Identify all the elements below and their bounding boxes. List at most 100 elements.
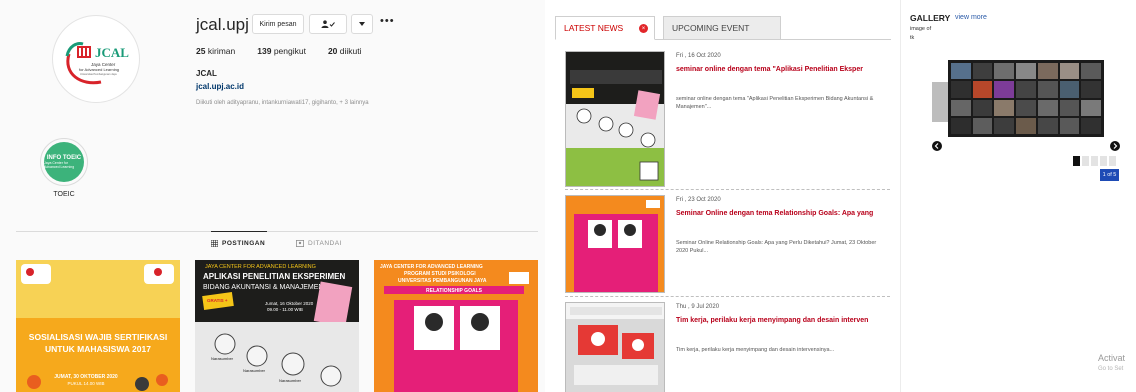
gallery-tile (1081, 81, 1101, 98)
post-thumbnail[interactable]: JAYA CENTER FOR ADVANCED LEARNING APLIKA… (195, 260, 359, 392)
logo-line2: for Advanced Learning (79, 67, 119, 72)
post-2-headline-b: BIDANG AKUNTANSI & MANAJEMEN (203, 284, 323, 291)
gallery-tile (1059, 63, 1080, 80)
tab-upcoming-event-label: UPCOMING EVENT (672, 23, 750, 33)
followed-by-text[interactable]: Diikuti oleh adityapranu, intankurniawat… (196, 100, 369, 106)
jcal-logo-icon: JCAL Jaya Center for Advanced Learning U… (65, 42, 129, 85)
post-2-role-2: Narasumber (243, 368, 266, 373)
close-icon[interactable]: × (639, 24, 648, 33)
news-thumbnail[interactable] (565, 195, 665, 293)
story-highlight-toeic[interactable]: INFO TOEIC Jaya Center for Advanced Lear… (40, 138, 88, 186)
gallery-prev-button[interactable] (932, 141, 942, 151)
news-title[interactable]: seminar online dengan tema "Aplikasi Pen… (676, 66, 863, 73)
post-1-headline-a: SOSIALISASI WAJIB SERTIFIKASI (29, 332, 167, 342)
chevron-left-icon (934, 143, 939, 149)
gallery-tile (1059, 117, 1080, 134)
tab-tagged[interactable]: DITANDAI (296, 240, 342, 247)
news-panel: LATEST NEWS × UPCOMING EVENT Fri , 16 Oc… (545, 0, 900, 392)
tab-upcoming-event[interactable]: UPCOMING EVENT (663, 16, 781, 40)
person-check-icon (321, 20, 335, 28)
profile-username: jcal.upj (196, 15, 249, 34)
gallery-tile (1016, 117, 1036, 134)
send-message-button[interactable]: Kirim pesan (252, 14, 304, 34)
gallery-tile (972, 117, 993, 134)
stat-followers[interactable]: 139 pengikut (257, 46, 306, 56)
following-button[interactable] (309, 14, 347, 34)
tabs-divider (16, 231, 538, 232)
gallery-tile (951, 81, 971, 98)
highlight-badge-subtitle: Jaya Center for Advanced Learning (44, 161, 75, 169)
post-thumbnail[interactable]: SOSIALISASI WAJIB SERTIFIKASI UNTUK MAHA… (16, 260, 180, 392)
tab-latest-news-label: LATEST NEWS (564, 23, 624, 33)
tab-posts-label: POSTINGAN (222, 240, 266, 247)
news-separator (565, 296, 890, 297)
news-thumbnail[interactable] (565, 51, 665, 187)
highlight-cover: INFO TOEIC Jaya Center for Advanced Lear… (44, 142, 84, 182)
post-3-subheader: PROGRAM STUDI PSIKOLOGI (404, 271, 476, 277)
post-2-date: Jumat, 16 Oktober 2020 (265, 301, 314, 306)
stat-following[interactable]: 20 diikuti (328, 46, 362, 56)
gallery-panel: GALLERY view more image of tk 1 of 5 Act… (900, 0, 1136, 392)
highlight-label: TOEIC (53, 191, 75, 198)
profile-avatar[interactable]: JCAL Jaya Center for Advanced Learning U… (52, 15, 140, 103)
post-2-role-3: Narasumber (279, 378, 302, 383)
activation-watermark: Activat (1098, 353, 1126, 363)
post-1-headline-b: UNTUK MAHASISWA 2017 (45, 344, 151, 354)
gallery-tile (972, 99, 993, 116)
gallery-tile (1059, 81, 1080, 98)
news-description: Seminar Online Relationship Goals: Apa y… (676, 240, 877, 254)
gallery-page-dot[interactable] (1073, 156, 1080, 166)
gallery-page-dot[interactable] (1109, 156, 1116, 166)
news-item[interactable]: Fri , 16 Oct 2020 seminar online dengan … (565, 51, 890, 187)
post-2-role-1: Narasumber (211, 356, 234, 361)
post-1-artwork: SOSIALISASI WAJIB SERTIFIKASI UNTUK MAHA… (16, 260, 180, 391)
gallery-page-count: 1 of 5 (1100, 169, 1119, 181)
screenshot-root: JCAL Jaya Center for Advanced Learning U… (0, 0, 1136, 392)
grid-icon (211, 240, 218, 247)
news-3-poster (566, 303, 664, 392)
news-title[interactable]: Seminar Online dengan tema Relationship … (676, 210, 873, 217)
gallery-tile (1081, 63, 1101, 80)
gallery-tile (1081, 117, 1101, 134)
news-title[interactable]: Tim kerja, perilaku kerja menyimpang dan… (676, 317, 868, 324)
post-3-org: UNIVERSITAS PEMBANGUNAN JAYA (398, 278, 487, 284)
gallery-page-dot[interactable] (1082, 156, 1089, 166)
gallery-tile (1037, 63, 1058, 80)
gallery-carousel[interactable] (932, 60, 1104, 137)
gallery-tile (972, 81, 993, 98)
more-options-button[interactable]: ••• (380, 15, 395, 27)
news-2-poster (566, 196, 664, 292)
gallery-page-dot[interactable] (1100, 156, 1107, 166)
gallery-page-dot[interactable] (1091, 156, 1098, 166)
news-separator (565, 189, 890, 190)
gallery-tile (972, 63, 993, 80)
chevron-right-icon (1113, 143, 1118, 149)
news-thumbnail[interactable] (565, 302, 665, 392)
post-2-time: 09.00 - 11.00 WIB (267, 307, 303, 312)
news-item[interactable]: Thu , 9 Jul 2020 Tim kerja, perilaku ker… (565, 302, 890, 392)
post-3-artwork: JAYA CENTER FOR ADVANCED LEARNING PROGRA… (374, 260, 538, 392)
logo-mark: JCAL (95, 45, 129, 60)
gallery-title: GALLERY (910, 13, 951, 23)
gallery-tile (1016, 81, 1036, 98)
profile-full-name: JCAL (196, 69, 217, 78)
gallery-tile (951, 99, 971, 116)
profile-website-link[interactable]: jcal.upj.ac.id (196, 82, 244, 91)
news-date: Fri , 16 Oct 2020 (676, 53, 721, 59)
gallery-tile (994, 99, 1015, 116)
gallery-view-more-link[interactable]: view more (955, 14, 987, 21)
gallery-next-button[interactable] (1110, 141, 1120, 151)
instagram-profile: JCAL Jaya Center for Advanced Learning U… (0, 0, 545, 392)
tab-posts[interactable]: POSTINGAN (211, 231, 268, 247)
gallery-current-image[interactable] (948, 60, 1104, 137)
gallery-tile (951, 117, 971, 134)
suggested-dropdown-button[interactable] (351, 14, 373, 34)
post-3-header: JAYA CENTER FOR ADVANCED LEARNING (380, 264, 483, 270)
gallery-tile (951, 63, 971, 80)
news-description: Tim kerja, perilaku kerja menyimpang dan… (676, 347, 835, 353)
activation-watermark-subtext: Go to Set (1098, 366, 1124, 372)
tab-latest-news[interactable]: LATEST NEWS × (555, 16, 655, 40)
news-item[interactable]: Fri , 23 Oct 2020 Seminar Online dengan … (565, 195, 890, 293)
post-thumbnail[interactable]: JAYA CENTER FOR ADVANCED LEARNING PROGRA… (374, 260, 538, 392)
stat-posts[interactable]: 25 kiriman (196, 46, 235, 56)
